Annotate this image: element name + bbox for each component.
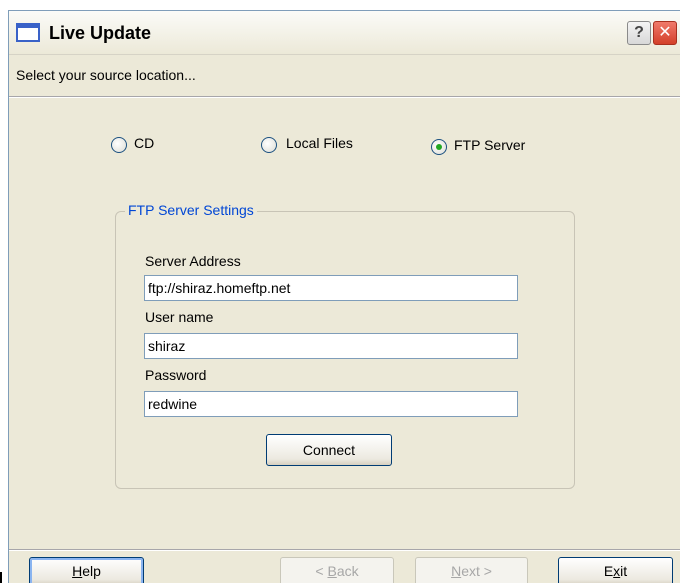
- user-name-label: User name: [145, 309, 214, 325]
- back-button-mnemonic: B: [327, 563, 337, 579]
- live-update-window: Live Update ? ✕ Select your source locat…: [8, 10, 680, 583]
- next-button-label: ext >: [461, 563, 492, 579]
- ftp-settings-title: FTP Server Settings: [125, 202, 257, 218]
- password-input[interactable]: [144, 391, 518, 417]
- connect-button[interactable]: Connect: [266, 434, 392, 466]
- next-button[interactable]: Next >: [415, 557, 528, 583]
- exit-button-label: it: [620, 563, 628, 579]
- server-address-label: Server Address: [145, 253, 241, 269]
- help-button-label: elp: [82, 563, 101, 579]
- radio-label-ftp-server: FTP Server: [454, 137, 526, 153]
- back-button[interactable]: < Back: [280, 557, 394, 583]
- help-question-icon[interactable]: ?: [627, 21, 651, 45]
- user-name-input[interactable]: [144, 333, 518, 359]
- radio-ftp-server[interactable]: [431, 139, 447, 155]
- next-button-mnemonic: N: [451, 563, 462, 579]
- subheader-text: Select your source location...: [16, 67, 196, 83]
- window-icon: [16, 23, 40, 42]
- back-button-prefix: <: [315, 563, 328, 579]
- exit-button-prefix: E: [603, 563, 614, 579]
- help-button-mnemonic: H: [72, 563, 83, 579]
- exit-button[interactable]: Exit: [558, 557, 673, 583]
- title-bar: Live Update ? ✕: [9, 11, 680, 55]
- subheader: Select your source location...: [9, 54, 680, 97]
- help-button[interactable]: Help: [29, 557, 144, 583]
- window-title: Live Update: [49, 23, 152, 43]
- footer-separator: [9, 549, 680, 550]
- back-button-label: ack: [336, 563, 359, 579]
- cursor-mark: [0, 572, 2, 583]
- radio-label-cd: CD: [134, 135, 155, 151]
- server-address-input[interactable]: [144, 275, 518, 301]
- radio-local-files[interactable]: [261, 137, 277, 153]
- close-icon[interactable]: ✕: [653, 21, 677, 45]
- radio-label-local-files: Local Files: [286, 135, 353, 151]
- radio-cd[interactable]: [111, 137, 127, 153]
- password-label: Password: [145, 367, 207, 383]
